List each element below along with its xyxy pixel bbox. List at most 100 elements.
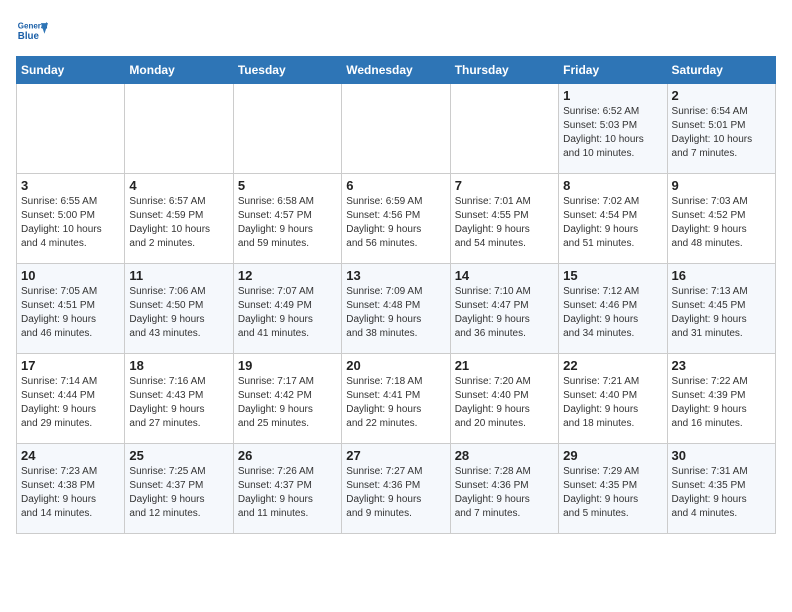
calendar-week: 1 Sunrise: 6:52 AM Sunset: 5:03 PM Daylig…	[17, 84, 776, 174]
day-number: 6	[346, 178, 445, 193]
calendar-cell	[233, 84, 341, 174]
weekday-header: Tuesday	[233, 57, 341, 84]
day-info: Sunrise: 7:27 AM Sunset: 4:36 PM Dayligh…	[346, 465, 445, 521]
day-info: Sunrise: 7:07 AM Sunset: 4:49 PM Dayligh…	[238, 285, 337, 341]
calendar-week: 3Sunrise: 6:55 AM Sunset: 5:00 PM Daylig…	[17, 174, 776, 264]
calendar-cell: 18 Sunrise: 7:16 AM Sunset: 4:43 PM Dayli…	[125, 354, 233, 444]
weekday-header: Saturday	[667, 57, 775, 84]
day-number: 17	[21, 358, 120, 373]
day-info: Sunrise: 7:21 AM Sunset: 4:40 PM Dayligh…	[563, 375, 662, 431]
day-number: 18	[129, 358, 228, 373]
calendar-cell: 5 Sunrise: 6:58 AM Sunset: 4:57 PM Daylig…	[233, 174, 341, 264]
calendar-cell: 28 Sunrise: 7:28 AM Sunset: 4:36 PM Dayli…	[450, 444, 558, 534]
day-info: Sunrise: 7:10 AM Sunset: 4:47 PM Dayligh…	[455, 285, 554, 341]
day-info: Sunrise: 7:18 AM Sunset: 4:41 PM Dayligh…	[346, 375, 445, 431]
day-info: Sunrise: 6:58 AM Sunset: 4:57 PM Dayligh…	[238, 195, 337, 251]
calendar-cell	[125, 84, 233, 174]
day-number: 11	[129, 268, 228, 283]
day-info: Sunrise: 7:05 AM Sunset: 4:51 PM Dayligh…	[21, 285, 120, 341]
calendar-week: 17Sunrise: 7:14 AM Sunset: 4:44 PM Dayli…	[17, 354, 776, 444]
calendar-cell: 17Sunrise: 7:14 AM Sunset: 4:44 PM Dayli…	[17, 354, 125, 444]
calendar-cell: 20 Sunrise: 7:18 AM Sunset: 4:41 PM Dayli…	[342, 354, 450, 444]
day-number: 23	[672, 358, 771, 373]
day-info: Sunrise: 7:02 AM Sunset: 4:54 PM Dayligh…	[563, 195, 662, 251]
calendar-cell: 13 Sunrise: 7:09 AM Sunset: 4:48 PM Dayli…	[342, 264, 450, 354]
calendar-week: 10 Sunrise: 7:05 AM Sunset: 4:51 PM Dayli…	[17, 264, 776, 354]
calendar-cell: 21Sunrise: 7:20 AM Sunset: 4:40 PM Dayli…	[450, 354, 558, 444]
weekday-header: Friday	[559, 57, 667, 84]
day-number: 2	[672, 88, 771, 103]
day-number: 1	[563, 88, 662, 103]
day-info: Sunrise: 6:59 AM Sunset: 4:56 PM Dayligh…	[346, 195, 445, 251]
day-info: Sunrise: 7:23 AM Sunset: 4:38 PM Dayligh…	[21, 465, 120, 521]
calendar-cell: 23 Sunrise: 7:22 AM Sunset: 4:39 PM Dayli…	[667, 354, 775, 444]
calendar-cell: 29 Sunrise: 7:29 AM Sunset: 4:35 PM Dayli…	[559, 444, 667, 534]
calendar-cell: 12Sunrise: 7:07 AM Sunset: 4:49 PM Dayli…	[233, 264, 341, 354]
day-number: 29	[563, 448, 662, 463]
weekday-header: Wednesday	[342, 57, 450, 84]
weekday-header: Thursday	[450, 57, 558, 84]
weekday-header: Monday	[125, 57, 233, 84]
calendar-cell: 16 Sunrise: 7:13 AM Sunset: 4:45 PM Dayli…	[667, 264, 775, 354]
weekday-header: Sunday	[17, 57, 125, 84]
day-info: Sunrise: 7:01 AM Sunset: 4:55 PM Dayligh…	[455, 195, 554, 251]
calendar-cell	[342, 84, 450, 174]
day-number: 21	[455, 358, 554, 373]
day-number: 19	[238, 358, 337, 373]
calendar-cell: 15Sunrise: 7:12 AM Sunset: 4:46 PM Dayli…	[559, 264, 667, 354]
day-number: 8	[563, 178, 662, 193]
day-info: Sunrise: 7:09 AM Sunset: 4:48 PM Dayligh…	[346, 285, 445, 341]
day-number: 22	[563, 358, 662, 373]
calendar-cell: 2 Sunrise: 6:54 AM Sunset: 5:01 PM Daylig…	[667, 84, 775, 174]
calendar-cell: 9 Sunrise: 7:03 AM Sunset: 4:52 PM Daylig…	[667, 174, 775, 264]
day-number: 9	[672, 178, 771, 193]
day-number: 27	[346, 448, 445, 463]
day-info: Sunrise: 7:29 AM Sunset: 4:35 PM Dayligh…	[563, 465, 662, 521]
calendar-week: 24 Sunrise: 7:23 AM Sunset: 4:38 PM Dayli…	[17, 444, 776, 534]
day-info: Sunrise: 7:26 AM Sunset: 4:37 PM Dayligh…	[238, 465, 337, 521]
calendar-cell: 25Sunrise: 7:25 AM Sunset: 4:37 PM Dayli…	[125, 444, 233, 534]
day-number: 20	[346, 358, 445, 373]
day-number: 13	[346, 268, 445, 283]
day-info: Sunrise: 7:13 AM Sunset: 4:45 PM Dayligh…	[672, 285, 771, 341]
calendar-cell: 4 Sunrise: 6:57 AM Sunset: 4:59 PM Daylig…	[125, 174, 233, 264]
calendar-cell: 19 Sunrise: 7:17 AM Sunset: 4:42 PM Dayli…	[233, 354, 341, 444]
calendar-cell: 8 Sunrise: 7:02 AM Sunset: 4:54 PM Daylig…	[559, 174, 667, 264]
day-number: 4	[129, 178, 228, 193]
day-number: 28	[455, 448, 554, 463]
calendar-cell	[450, 84, 558, 174]
calendar-cell: 11 Sunrise: 7:06 AM Sunset: 4:50 PM Dayli…	[125, 264, 233, 354]
day-info: Sunrise: 6:52 AM Sunset: 5:03 PM Dayligh…	[563, 105, 662, 161]
page-header: General Blue	[16, 16, 776, 48]
day-info: Sunrise: 7:22 AM Sunset: 4:39 PM Dayligh…	[672, 375, 771, 431]
calendar-cell: 10 Sunrise: 7:05 AM Sunset: 4:51 PM Dayli…	[17, 264, 125, 354]
calendar-header: SundayMondayTuesdayWednesdayThursdayFrid…	[17, 57, 776, 84]
day-number: 16	[672, 268, 771, 283]
calendar-cell: 1 Sunrise: 6:52 AM Sunset: 5:03 PM Daylig…	[559, 84, 667, 174]
day-number: 3	[21, 178, 120, 193]
day-info: Sunrise: 6:57 AM Sunset: 4:59 PM Dayligh…	[129, 195, 228, 251]
calendar-body: 1 Sunrise: 6:52 AM Sunset: 5:03 PM Daylig…	[17, 84, 776, 534]
calendar-cell: 14 Sunrise: 7:10 AM Sunset: 4:47 PM Dayli…	[450, 264, 558, 354]
day-number: 5	[238, 178, 337, 193]
day-info: Sunrise: 7:17 AM Sunset: 4:42 PM Dayligh…	[238, 375, 337, 431]
day-info: Sunrise: 6:54 AM Sunset: 5:01 PM Dayligh…	[672, 105, 771, 161]
calendar-cell: 6 Sunrise: 6:59 AM Sunset: 4:56 PM Daylig…	[342, 174, 450, 264]
logo: General Blue	[16, 16, 48, 48]
day-info: Sunrise: 7:03 AM Sunset: 4:52 PM Dayligh…	[672, 195, 771, 251]
calendar-table: SundayMondayTuesdayWednesdayThursdayFrid…	[16, 56, 776, 534]
day-info: Sunrise: 7:06 AM Sunset: 4:50 PM Dayligh…	[129, 285, 228, 341]
day-number: 10	[21, 268, 120, 283]
day-number: 26	[238, 448, 337, 463]
day-number: 7	[455, 178, 554, 193]
day-number: 14	[455, 268, 554, 283]
day-info: Sunrise: 7:28 AM Sunset: 4:36 PM Dayligh…	[455, 465, 554, 521]
calendar-cell: 3Sunrise: 6:55 AM Sunset: 5:00 PM Daylig…	[17, 174, 125, 264]
day-info: Sunrise: 7:31 AM Sunset: 4:35 PM Dayligh…	[672, 465, 771, 521]
calendar-cell	[17, 84, 125, 174]
day-number: 25	[129, 448, 228, 463]
calendar-cell: 26 Sunrise: 7:26 AM Sunset: 4:37 PM Dayli…	[233, 444, 341, 534]
day-number: 24	[21, 448, 120, 463]
day-info: Sunrise: 7:16 AM Sunset: 4:43 PM Dayligh…	[129, 375, 228, 431]
day-number: 15	[563, 268, 662, 283]
